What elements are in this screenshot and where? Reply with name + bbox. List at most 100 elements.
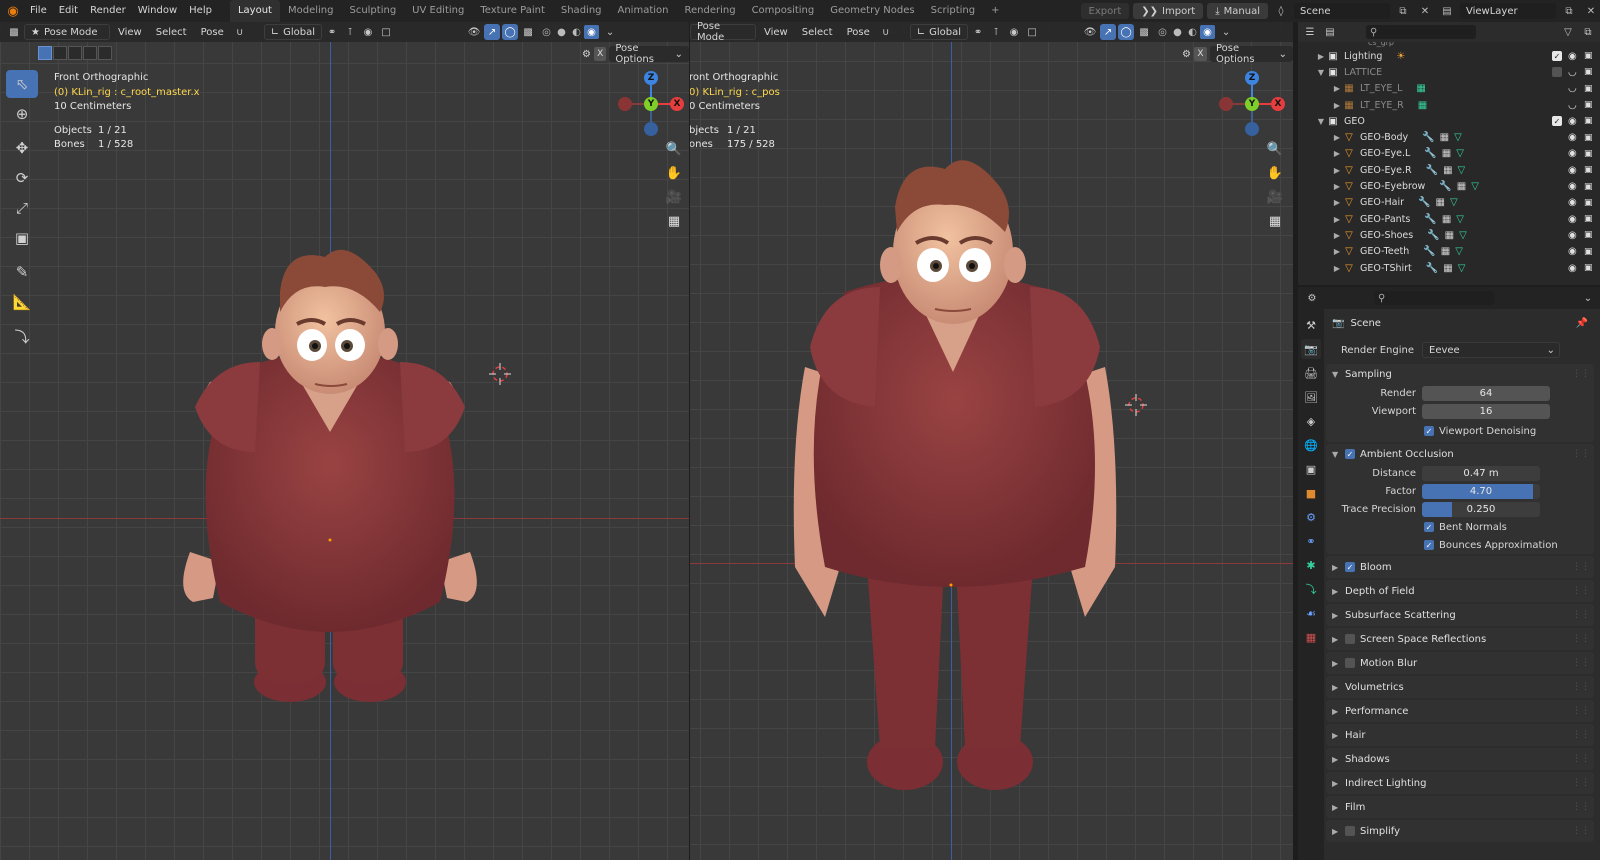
mesh-data-icon[interactable]: ▽ (1458, 263, 1466, 274)
eye-icon[interactable]: ◉ (1568, 263, 1578, 274)
blender-logo-icon[interactable]: ◉ (2, 0, 24, 22)
viewport-denoising-checkbox[interactable]: ✓ (1424, 426, 1434, 436)
chevron-right-icon[interactable]: ▶ (1332, 101, 1342, 110)
object-tab-icon[interactable]: ■ (1301, 483, 1321, 503)
eye-icon[interactable]: ◉ (1568, 51, 1578, 62)
outliner-row[interactable]: ▶ ▽ GEO-Eyebrow 🔧 ▦ ▽ ◉ ▣ (1298, 178, 1600, 194)
modifier-wrench-icon[interactable]: 🔧 (1423, 246, 1435, 257)
drag-grip-icon[interactable]: ⋮⋮ (1572, 706, 1590, 716)
mesh-data-icon[interactable]: ▽ (1456, 214, 1464, 225)
editor-type-icon[interactable]: ⚙ (1304, 290, 1320, 306)
ao-header[interactable]: ▼ ✓ Ambient Occlusion ⋮⋮ (1326, 444, 1594, 464)
eye-icon[interactable]: ◉ (1568, 214, 1578, 225)
eye-icon[interactable]: ◡ (1568, 83, 1578, 94)
camera-render-icon[interactable]: ▣ (1584, 67, 1594, 77)
camera-render-icon[interactable]: ▣ (1584, 133, 1594, 143)
select-extend-icon[interactable] (53, 46, 67, 60)
pivot-icon[interactable]: ⚭ (970, 24, 986, 40)
drag-grip-icon[interactable]: ⋮⋮ (1572, 610, 1590, 620)
camera-render-icon[interactable]: ▣ (1584, 51, 1594, 61)
chevron-right-icon[interactable]: ▶ (1332, 231, 1342, 240)
new-view-layer-icon[interactable]: ⧉ (1560, 3, 1578, 19)
gizmo-neg-z-axis[interactable] (1245, 122, 1259, 136)
add-workspace-button[interactable]: + (983, 0, 1007, 22)
import-button[interactable]: ❯❯ Import (1133, 3, 1204, 19)
ao-factor-slider[interactable]: 4.70 (1422, 483, 1540, 499)
export-button[interactable]: Export (1080, 3, 1130, 19)
orientation-dropdown[interactable]: ∟ Global (909, 24, 969, 40)
annotate-tool-icon[interactable]: ✎ (6, 258, 38, 286)
camera-render-icon[interactable]: ▣ (1584, 263, 1594, 273)
mesh-data-icon[interactable]: ▽ (1455, 246, 1463, 257)
modifier-wrench-icon[interactable]: 🔧 (1424, 214, 1436, 225)
solid-shading-icon[interactable]: ● (1170, 25, 1185, 39)
vertex-groups-icon[interactable]: ▦ (1443, 165, 1452, 176)
panel-header[interactable]: ▶ Subsurface Scattering ⋮⋮ (1326, 604, 1594, 626)
zoom-icon[interactable]: 🔍 (664, 140, 684, 158)
exclude-checkbox[interactable]: ✓ (1552, 116, 1562, 127)
modifier-wrench-icon[interactable]: 🔧 (1424, 148, 1436, 159)
menu-select[interactable]: Select (150, 24, 193, 40)
menu-render[interactable]: Render (84, 0, 132, 22)
menu-help[interactable]: Help (183, 0, 218, 22)
new-collection-icon[interactable]: ⧉ (1580, 24, 1596, 40)
eye-icon[interactable]: ◡ (1568, 67, 1578, 78)
overlay-toggle-icon[interactable]: ◯ (502, 24, 519, 40)
drag-grip-icon[interactable]: ⋮⋮ (1572, 682, 1590, 692)
modifier-wrench-icon[interactable]: 🔧 (1422, 132, 1434, 143)
panel-enable-checkbox[interactable] (1345, 826, 1355, 836)
tab-layout[interactable]: Layout (229, 0, 280, 22)
pose-options-dropdown[interactable]: Pose Options ⌄ (1209, 43, 1293, 65)
3d-cursor-icon[interactable] (489, 363, 511, 385)
modifier-wrench-icon[interactable]: 🔧 (1426, 165, 1438, 176)
mesh-data-icon[interactable]: ▽ (1450, 197, 1458, 208)
gizmo-x-axis[interactable]: X (670, 97, 684, 111)
modifier-tab-icon[interactable]: ⚙ (1301, 507, 1321, 527)
properties-search-input[interactable]: ⚲ (1374, 291, 1494, 305)
scene-field[interactable]: Scene (1294, 3, 1390, 19)
mode-dropdown[interactable]: Pose Mode (690, 22, 756, 43)
chevron-right-icon[interactable]: ▶ (1332, 149, 1342, 158)
mesh-data-icon[interactable]: ▽ (1458, 165, 1466, 176)
lattice-data-icon[interactable]: ▦ (1418, 100, 1427, 111)
character-model-right[interactable] (785, 147, 1125, 807)
editor-type-icon[interactable]: ▩ (6, 24, 22, 40)
chevron-right-icon[interactable]: ▶ (1332, 198, 1342, 207)
wireframe-shading-icon[interactable]: ◎ (1155, 25, 1170, 39)
scale-tool-icon[interactable]: ⤢ (6, 194, 38, 222)
panel-enable-checkbox[interactable] (1345, 634, 1355, 644)
pose-mirror-icon[interactable]: ∪ (232, 24, 248, 40)
drag-grip-icon[interactable]: ⋮⋮ (1572, 634, 1590, 644)
chevron-right-icon[interactable]: ▶ (1332, 215, 1342, 224)
panel-header[interactable]: ▶ Indirect Lighting ⋮⋮ (1326, 772, 1594, 794)
camera-view-icon[interactable]: 🎥 (1265, 188, 1285, 206)
viewport-right[interactable]: Pose Mode View Select Pose ∪ ∟ Global ⚭ ⊺… (690, 22, 1293, 860)
view-layer-tab-icon[interactable]: 🖼 (1301, 387, 1321, 407)
vertex-groups-icon[interactable]: ▦ (1457, 181, 1466, 192)
panel-header[interactable]: ▶ Screen Space Reflections ⋮⋮ (1326, 628, 1594, 650)
camera-render-icon[interactable]: ▣ (1584, 198, 1594, 208)
chevron-right-icon[interactable]: ▶ (1332, 182, 1342, 191)
render-samples-field[interactable]: 64 (1422, 385, 1550, 401)
constraints-tab-icon[interactable]: ☙ (1301, 603, 1321, 623)
tab-scripting[interactable]: Scripting (923, 0, 983, 22)
visibility-icon[interactable]: 👁 (1082, 24, 1098, 40)
panel-header[interactable]: ▶ Depth of Field ⋮⋮ (1326, 580, 1594, 602)
shading-options-icon[interactable]: ⌄ (602, 24, 618, 40)
eye-icon[interactable]: ◉ (1568, 230, 1578, 241)
outliner-search-input[interactable]: ⚲ (1366, 25, 1476, 39)
world-tab-icon[interactable]: 🌐 (1301, 435, 1321, 455)
sampling-header[interactable]: ▼ Sampling ⋮⋮ (1326, 364, 1594, 384)
ao-distance-field[interactable]: 0.47 m (1422, 465, 1540, 481)
outliner-row[interactable]: ▼ ▣ GEO ✓ ◉ ▣ (1298, 113, 1600, 129)
zoom-icon[interactable]: 🔍 (1265, 140, 1285, 158)
mesh-data-icon[interactable]: ▽ (1456, 148, 1464, 159)
vertex-groups-icon[interactable]: ▦ (1442, 214, 1451, 225)
eye-icon[interactable]: ◉ (1568, 246, 1578, 257)
drag-grip-icon[interactable]: ⋮⋮ (1572, 826, 1590, 836)
drag-grip-icon[interactable]: ⋮⋮ (1572, 802, 1590, 812)
eye-icon[interactable]: ◡ (1568, 100, 1578, 111)
drag-grip-icon[interactable]: ⋮⋮ (1572, 658, 1590, 668)
drag-grip-icon[interactable]: ⋮⋮ (1572, 754, 1590, 764)
outliner-row[interactable]: ▶ ▽ GEO-TShirt 🔧 ▦ ▽ ◉ ▣ (1298, 260, 1600, 276)
